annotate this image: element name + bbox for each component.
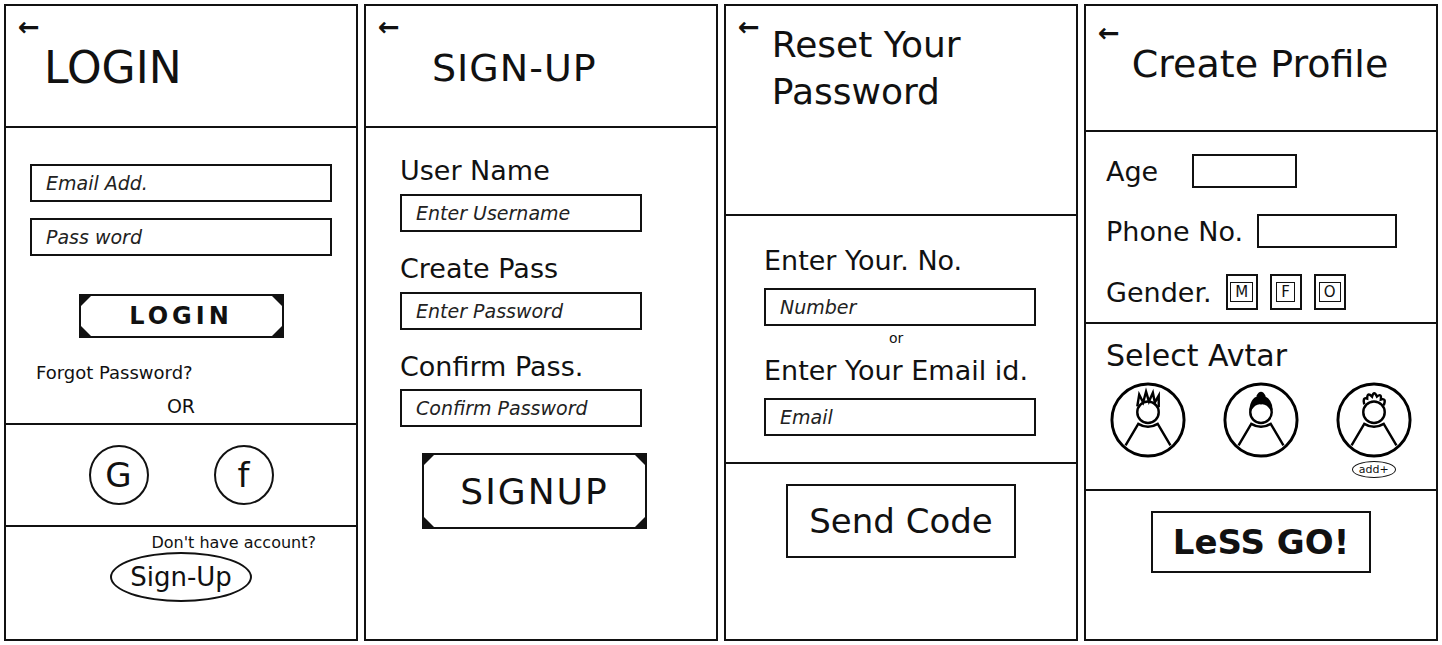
age-field[interactable]: [1192, 154, 1297, 188]
phone-field[interactable]: [1257, 214, 1397, 248]
signup-header: ← SIGN-UP: [366, 6, 716, 128]
avatar-icon[interactable]: [1335, 381, 1413, 459]
profile-header: ← Create Profile: [1086, 6, 1436, 132]
avatar-list: add+: [1086, 381, 1436, 489]
form-group: User Name Enter Username: [400, 154, 682, 232]
add-avatar-button[interactable]: add+: [1352, 461, 1396, 478]
reset-form: Enter Your. No. Number or Enter Your Email …: [726, 216, 1076, 462]
reset-password-screen: ← Reset Your Password Enter Your. No. Numbe…: [724, 4, 1078, 641]
gender-option[interactable]: F: [1270, 274, 1302, 310]
field-label: Create Pass: [400, 252, 682, 286]
social-login-button[interactable]: f: [214, 445, 274, 505]
social-logins: Gf: [6, 425, 356, 525]
gender-label: Gender.: [1106, 277, 1212, 308]
email-field[interactable]: Email: [764, 398, 1036, 436]
number-field[interactable]: Number: [764, 288, 1036, 326]
signup-link-button[interactable]: Sign-Up: [110, 552, 252, 602]
text-field[interactable]: Pass word: [30, 218, 332, 256]
login-button[interactable]: LOGIN: [79, 294, 284, 338]
gender-option[interactable]: O: [1314, 274, 1346, 310]
avatar-icon[interactable]: [1222, 381, 1300, 459]
text-field[interactable]: Enter Password: [400, 292, 642, 330]
send-code-button[interactable]: Send Code: [786, 484, 1016, 558]
signup-screen: ← SIGN-UP User Name Enter Username Create Pa…: [364, 4, 718, 641]
divider: [1086, 489, 1436, 491]
field-label: Confirm Pass.: [400, 350, 682, 384]
text-field[interactable]: Enter Username: [400, 194, 642, 232]
age-label: Age: [1106, 156, 1158, 187]
back-arrow-icon[interactable]: ←: [1098, 20, 1120, 46]
gender-option[interactable]: M: [1226, 274, 1258, 310]
back-arrow-icon[interactable]: ←: [378, 14, 400, 40]
phone-row: Phone No.: [1106, 214, 1416, 248]
gender-row: Gender. MFO: [1106, 274, 1416, 310]
social-login-button[interactable]: G: [89, 445, 149, 505]
divider: [6, 423, 356, 425]
number-label: Enter Your. No.: [764, 244, 1038, 278]
forgot-password-link[interactable]: Forgot Password?: [36, 362, 356, 383]
login-title: LOGIN: [44, 44, 344, 92]
signup-button[interactable]: SIGNUP: [422, 453, 647, 529]
signup-prompt: Don't have account?: [6, 533, 356, 552]
phone-label: Phone No.: [1106, 216, 1243, 247]
avatar-icon[interactable]: [1109, 381, 1187, 459]
back-arrow-icon[interactable]: ←: [738, 14, 760, 40]
text-field[interactable]: Email Add.: [30, 164, 332, 202]
text-field[interactable]: Confirm Password: [400, 389, 642, 427]
signup-title: SIGN-UP: [432, 48, 704, 90]
divider: [1086, 322, 1436, 324]
login-header: ←LOGIN: [6, 6, 356, 128]
email-label: Enter Your Email id.: [764, 354, 1038, 388]
profile-form: Age Phone No. Gender. MFO: [1086, 132, 1436, 322]
profile-title: Create Profile: [1132, 44, 1389, 86]
form-group: Create Pass Enter Password: [400, 252, 682, 330]
login-screen: ←LOGINEmail Add.Pass word LOGINForgot Pa…: [4, 4, 358, 641]
form-group: Confirm Pass. Confirm Password: [400, 350, 682, 428]
submit-profile-button[interactable]: LeSS GO!: [1151, 511, 1371, 573]
create-profile-screen: ← Create Profile Age Phone No. Gender. MFO Sel…: [1084, 4, 1438, 641]
back-arrow-icon[interactable]: ←: [18, 14, 40, 40]
divider: [726, 462, 1076, 464]
login-form: Email Add. Pass word: [6, 128, 356, 256]
age-row: Age: [1106, 154, 1416, 188]
reset-title: Reset Your Password: [772, 22, 1064, 116]
signup-form: User Name Enter Username Create Pass Enter …: [366, 128, 716, 529]
wireframe-board: ←LOGINEmail Add.Pass word LOGINForgot Pa…: [0, 0, 1442, 645]
or-divider: OR: [6, 395, 356, 417]
or-text: or: [764, 330, 1038, 346]
divider: [6, 525, 356, 527]
reset-header: ← Reset Your Password: [726, 6, 1076, 216]
avatar-label: Select Avtar: [1086, 324, 1436, 381]
field-label: User Name: [400, 154, 682, 188]
